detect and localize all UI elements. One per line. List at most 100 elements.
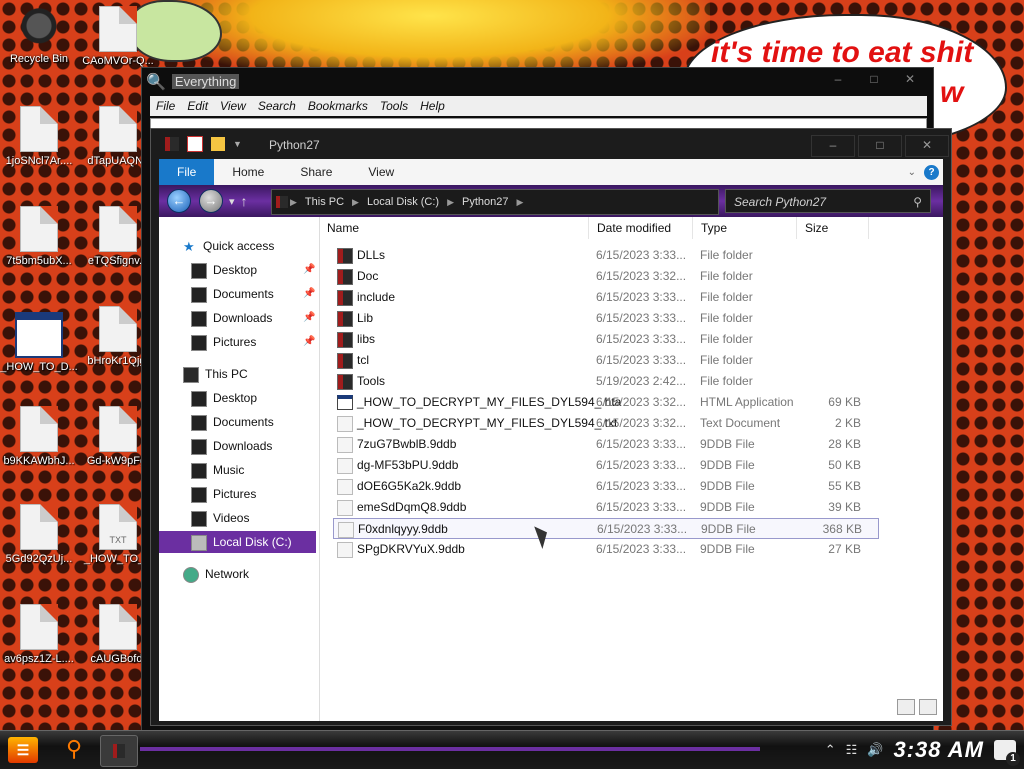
table-row[interactable]: _HOW_TO_DECRYPT_MY_FILES_DYL594_.txt 6/15… <box>333 413 879 434</box>
table-row[interactable]: dOE6G5Ka2k.9ddb 6/15/2023 3:33... 9DDB Fil… <box>333 476 879 497</box>
file-icon <box>20 604 58 650</box>
table-row[interactable]: _HOW_TO_DECRYPT_MY_FILES_DYL594_.hta 6/15… <box>333 392 879 413</box>
pin-icon: 📌 <box>303 312 316 323</box>
everything-title: Everything <box>171 74 240 89</box>
menu-search[interactable]: Search <box>252 99 302 113</box>
nav-network[interactable]: Network <box>183 563 249 585</box>
menu-edit[interactable]: Edit <box>181 99 214 113</box>
breadcrumb-separator[interactable]: ▶ <box>445 197 456 208</box>
videos-folder-icon <box>191 510 207 527</box>
explorer-window[interactable]: ▼ Python27 – □ ✕ File Home Share View ⌄ … <box>150 128 952 726</box>
table-row[interactable]: dg-MF53bPU.9ddb 6/15/2023 3:33... 9DDB Fil… <box>333 455 879 476</box>
desktop-icon-hta[interactable]: _HOW_TO_D... <box>0 306 78 373</box>
menu-file[interactable]: File <box>150 99 181 113</box>
column-header-type[interactable]: Type <box>693 217 797 239</box>
table-row[interactable]: tcl 6/15/2023 3:33... File folder <box>333 350 879 371</box>
nav-qa-pictures[interactable]: Pictures 📌 <box>191 331 315 353</box>
close-button[interactable]: ✕ <box>905 135 949 157</box>
nav-pc-videos[interactable]: Videos <box>191 507 249 529</box>
recycle-bin-icon <box>21 6 57 50</box>
minimize-button[interactable]: – <box>811 135 855 157</box>
nav-pc-desktop[interactable]: Desktop <box>191 387 257 409</box>
volume-icon[interactable]: 🔊 <box>867 742 883 758</box>
desktop-icon-file[interactable]: 7t5bm5ubX... <box>0 206 78 267</box>
menu-help[interactable]: Help <box>414 99 451 113</box>
explorer-titlebar[interactable]: ▼ Python27 – □ ✕ <box>151 129 951 159</box>
maximize-button[interactable]: □ <box>857 72 891 90</box>
taskbar-everything-icon[interactable]: ⚲ <box>56 735 92 765</box>
breadcrumb-separator[interactable]: ▶ <box>350 197 361 208</box>
minimize-button[interactable]: – <box>821 72 855 90</box>
table-row[interactable]: F0xdnlqyyy.9ddb 6/15/2023 3:33... 9DDB Fil… <box>333 518 879 539</box>
folder-icon <box>337 269 353 285</box>
breadcrumb-python27[interactable]: Python27 <box>456 196 514 208</box>
column-header-date[interactable]: Date modified <box>589 217 693 239</box>
nav-pc-downloads[interactable]: Downloads <box>191 435 272 457</box>
column-header-size[interactable]: Size <box>797 217 869 239</box>
expand-ribbon-icon[interactable]: ⌄ <box>908 167 916 178</box>
tab-share[interactable]: Share <box>282 159 350 185</box>
breadcrumb-this-pc[interactable]: This PC <box>299 196 350 208</box>
desktop-icon-file[interactable]: CAoMVOr-Q... <box>79 6 157 67</box>
nav-pc-music[interactable]: Music <box>191 459 244 481</box>
nav-pc-pictures[interactable]: Pictures <box>191 483 256 505</box>
desktop-icon-file[interactable]: 1joSNcl7Ar.... <box>0 106 78 167</box>
location-icon <box>276 196 288 208</box>
recent-locations-icon[interactable]: ▾ <box>229 195 235 208</box>
new-folder-icon[interactable] <box>211 137 225 151</box>
table-row[interactable]: DLLs 6/15/2023 3:33... File folder <box>333 245 879 266</box>
chevron-up-icon[interactable]: ⌃ <box>825 742 836 758</box>
table-row[interactable]: libs 6/15/2023 3:33... File folder <box>333 329 879 350</box>
forward-button[interactable]: → <box>199 189 223 213</box>
breadcrumb-local-disk[interactable]: Local Disk (C:) <box>361 196 445 208</box>
tab-file[interactable]: File <box>159 159 215 185</box>
file-icon <box>337 542 353 558</box>
close-button[interactable]: ✕ <box>893 72 927 90</box>
tab-home[interactable]: Home <box>214 159 282 185</box>
table-row[interactable]: emeSdDqmQ8.9ddb 6/15/2023 3:33... 9DDB Fil… <box>333 497 879 518</box>
maximize-button[interactable]: □ <box>858 135 902 157</box>
breadcrumb-separator[interactable]: ▶ <box>515 197 526 208</box>
table-row[interactable]: Doc 6/15/2023 3:32... File folder <box>333 266 879 287</box>
table-row[interactable]: Lib 6/15/2023 3:33... File folder <box>333 308 879 329</box>
up-button[interactable]: ↑ <box>241 193 248 209</box>
details-view-button[interactable] <box>897 699 915 715</box>
file-name: dOE6G5Ka2k.9ddb <box>357 479 462 493</box>
nav-pc-documents[interactable]: Documents <box>191 411 274 433</box>
network-tray-icon[interactable]: ☷ <box>846 742 858 758</box>
properties-icon[interactable] <box>187 136 203 152</box>
search-input[interactable]: Search Python27 ⚲ <box>725 189 931 213</box>
nav-qa-downloads[interactable]: Downloads 📌 <box>191 307 315 329</box>
desktop-icon-file[interactable]: b9KKAWbhJ... <box>0 406 78 467</box>
everything-titlebar[interactable]: 🔍 Everything <box>142 68 933 95</box>
nav-quick-access[interactable]: ★ Quick access <box>183 235 274 257</box>
file-date: 5/19/2023 2:42... <box>596 374 687 388</box>
table-row[interactable]: 7zuG7BwblB.9ddb 6/15/2023 3:33... 9DDB Fil… <box>333 434 879 455</box>
desktop-icon-file[interactable]: 5Gd92QzUj... <box>0 504 78 565</box>
column-header-name[interactable]: Name <box>319 217 589 239</box>
desktop-icon-file[interactable]: av6psz1Z-L.... <box>0 604 78 665</box>
taskbar-explorer-icon[interactable] <box>100 735 138 767</box>
breadcrumb-separator[interactable]: ▶ <box>288 197 299 208</box>
table-row[interactable]: Tools 5/19/2023 2:42... File folder <box>333 371 879 392</box>
breadcrumb[interactable]: ▶ This PC ▶ Local Disk (C:) ▶ Python27 ▶ <box>271 189 719 215</box>
notification-icon[interactable]: 1 <box>994 740 1020 766</box>
back-button[interactable]: ← <box>167 189 191 213</box>
nav-this-pc[interactable]: This PC <box>183 363 248 385</box>
nav-qa-desktop[interactable]: Desktop 📌 <box>191 259 315 281</box>
large-icons-view-button[interactable] <box>919 699 937 715</box>
file-date: 6/15/2023 3:33... <box>596 458 687 472</box>
help-icon[interactable]: ? <box>924 164 939 180</box>
menu-tools[interactable]: Tools <box>374 99 414 113</box>
menu-view[interactable]: View <box>214 99 252 113</box>
tab-view[interactable]: View <box>350 159 412 185</box>
menu-bookmarks[interactable]: Bookmarks <box>302 99 374 113</box>
clock[interactable]: 3:38 AM <box>893 737 984 763</box>
desktop-icon-recycle-bin[interactable]: Recycle Bin <box>0 6 78 65</box>
table-row[interactable]: include 6/15/2023 3:33... File folder <box>333 287 879 308</box>
start-button[interactable]: ☰ <box>8 737 38 763</box>
table-row[interactable]: SPgDKRVYuX.9ddb 6/15/2023 3:33... 9DDB Fil… <box>333 539 879 560</box>
nav-local-disk[interactable]: Local Disk (C:) <box>159 531 316 553</box>
nav-qa-documents[interactable]: Documents 📌 <box>191 283 315 305</box>
chevron-down-icon[interactable]: ▼ <box>233 139 242 149</box>
